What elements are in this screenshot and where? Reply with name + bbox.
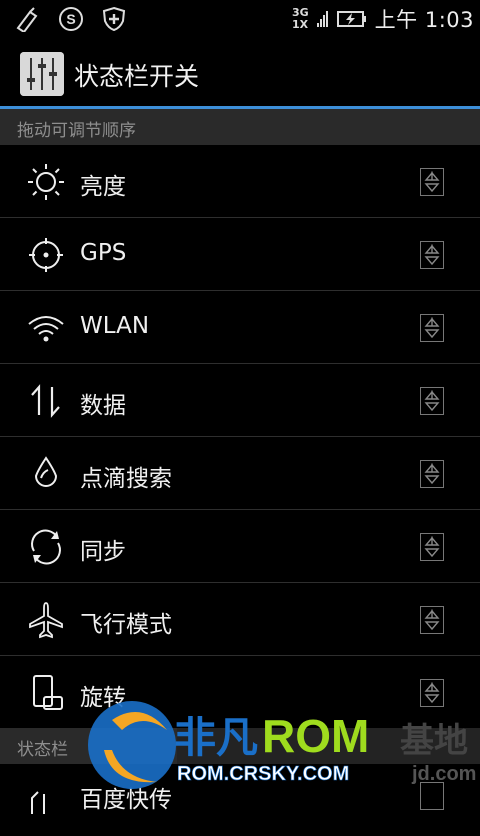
watermark-rom: ROM bbox=[262, 710, 369, 762]
status-bar: S 3G 1X 上午 1:03 bbox=[0, 0, 480, 38]
list-item-wlan[interactable]: WLAN bbox=[0, 291, 480, 364]
sliders-icon bbox=[20, 52, 64, 96]
s-app-icon: S bbox=[59, 7, 83, 31]
data-arrows-icon bbox=[31, 384, 60, 418]
list-item-brightness[interactable]: 亮度 bbox=[0, 145, 480, 218]
drag-handle[interactable] bbox=[420, 241, 444, 269]
brightness-icon bbox=[28, 164, 64, 200]
drop-icon bbox=[34, 456, 58, 487]
list-item-data[interactable]: 数据 bbox=[0, 364, 480, 437]
list-item-airplane-mode[interactable]: 飞行模式 bbox=[0, 583, 480, 656]
page-title: 状态栏开关 bbox=[74, 62, 200, 91]
shield-icon bbox=[102, 6, 126, 32]
watermark: 非凡 ROM 基地 ROM.CRSKY.COM jd.com bbox=[82, 690, 480, 800]
sync-icon bbox=[31, 529, 61, 565]
wifi-icon bbox=[28, 316, 64, 342]
action-bar: 状态栏开关 bbox=[0, 38, 480, 106]
list-item-label: 飞行模式 bbox=[80, 612, 172, 638]
list-item-drop-search[interactable]: 点滴搜索 bbox=[0, 437, 480, 510]
usb-debug-icon bbox=[16, 7, 38, 32]
section-header-order: 拖动可调节顺序 bbox=[0, 109, 480, 145]
airplane-icon bbox=[29, 602, 63, 639]
list-item-gps[interactable]: GPS bbox=[0, 218, 480, 291]
list-item-label: GPS bbox=[80, 240, 127, 266]
signal-icon bbox=[316, 11, 328, 27]
drag-handle[interactable] bbox=[420, 460, 444, 488]
watermark-suffix-url: jd.com bbox=[411, 763, 476, 785]
watermark-brand: 非凡 bbox=[174, 714, 258, 761]
watermark-suffix: 基地 bbox=[400, 722, 468, 760]
rotate-icon bbox=[33, 675, 63, 710]
list-item-label: 数据 bbox=[80, 393, 126, 419]
transfer-icon bbox=[31, 791, 45, 814]
drag-handle[interactable] bbox=[420, 533, 444, 561]
list-item-label: 同步 bbox=[80, 539, 126, 565]
drag-handle[interactable] bbox=[420, 387, 444, 415]
battery-charging-icon bbox=[336, 11, 366, 27]
list-item-label: 亮度 bbox=[80, 174, 126, 200]
drag-handle[interactable] bbox=[420, 314, 444, 342]
list-item-sync[interactable]: 同步 bbox=[0, 510, 480, 583]
network-indicator: 3G 1X bbox=[291, 6, 309, 31]
status-time: 上午 1:03 bbox=[374, 8, 474, 32]
drag-handle[interactable] bbox=[420, 606, 444, 634]
drag-handle[interactable] bbox=[420, 168, 444, 196]
svg-text:S: S bbox=[66, 11, 75, 27]
list-item-label: WLAN bbox=[80, 313, 150, 339]
watermark-url: ROM.CRSKY.COM bbox=[177, 763, 349, 785]
list-item-label: 点滴搜索 bbox=[80, 466, 172, 492]
gps-icon bbox=[29, 238, 63, 272]
